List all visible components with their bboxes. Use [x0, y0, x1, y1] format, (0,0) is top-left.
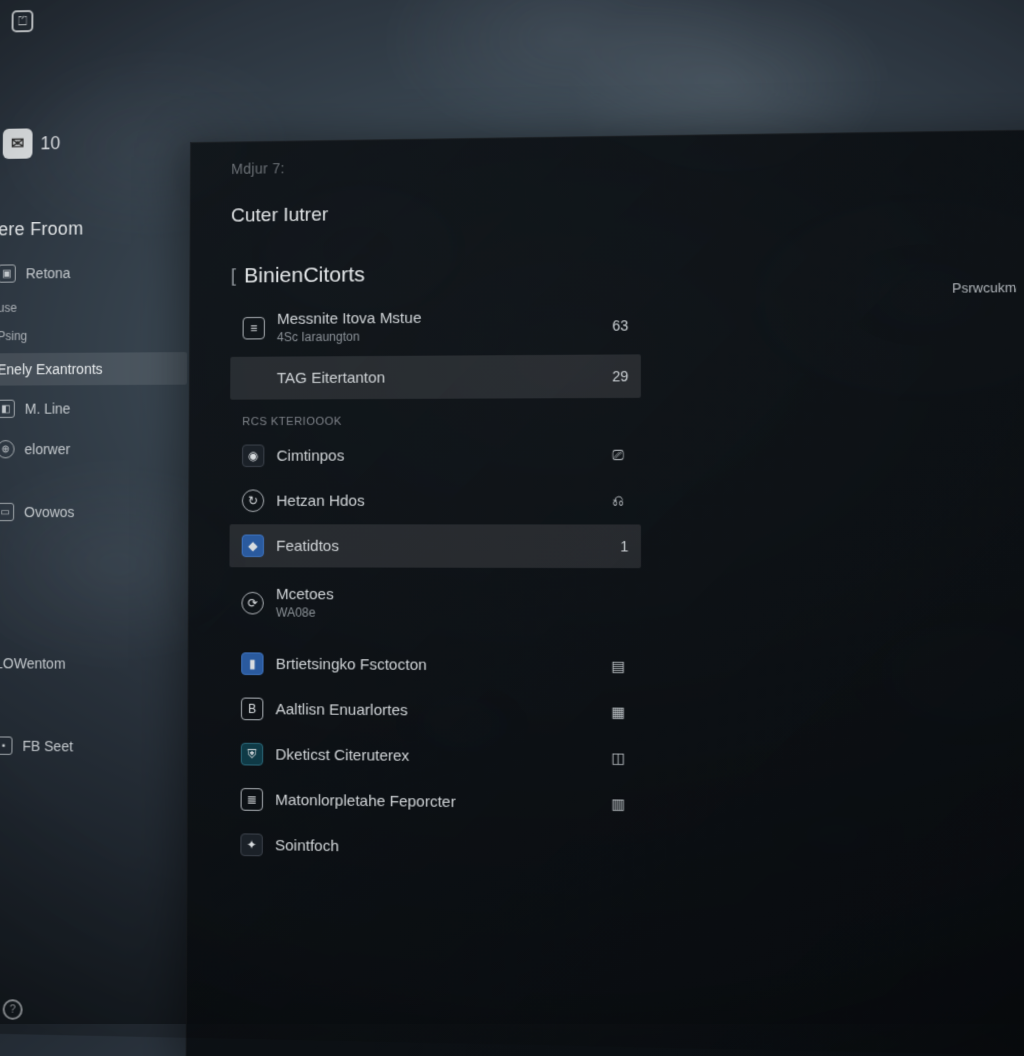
sync-icon: ↻	[242, 489, 264, 512]
list-item-label: Aaltlisn Enuarlortes	[276, 700, 596, 720]
list-item[interactable]: ◉ Cimtinpos ⎚	[230, 433, 641, 477]
sidebar-item-7[interactable]: LOWentom	[0, 647, 186, 681]
bracket-icon: [	[231, 265, 236, 287]
list-item-label: Messnite Itova Mstue 4Sc Iaraungton	[277, 308, 578, 344]
refresh-icon: ⟳	[241, 591, 263, 614]
sidebar-item-label: use	[0, 301, 17, 315]
sidebar-item-8[interactable]: ▪ FB Seet	[0, 728, 185, 765]
list-item[interactable]: B Aaltlisn Enuarlortes ▦	[229, 687, 641, 734]
list-item-value: 63	[591, 317, 628, 334]
sidebar-item-label: Ovowos	[24, 504, 75, 520]
grid-icon: ▦	[608, 701, 629, 722]
breadcrumb: Mdjur 7:	[231, 149, 1024, 177]
list-item[interactable]: ≡ Messnite Itova Mstue 4Sc Iaraungton 63	[230, 297, 640, 354]
sidebar-item-label: elorwer	[24, 441, 70, 457]
card-icon: ◫	[608, 747, 629, 768]
book-icon: B	[241, 698, 263, 721]
section-title: [ BinienCitorts	[231, 256, 1024, 289]
list-item-label: Dketicst Citeruterex	[275, 746, 595, 767]
flame-icon: ✦	[240, 833, 262, 856]
list-item-label: Matonlorpletahe Feporcter	[275, 791, 595, 812]
link-icon: ⎌	[608, 490, 629, 511]
list-item-label: Brtietsingko Fsctocton	[276, 655, 595, 675]
lock-glyph: ⏍	[18, 14, 27, 29]
notification-count: 10	[40, 132, 60, 153]
list-item[interactable]: ▮ Brtietsingko Fsctocton ▤	[229, 642, 641, 688]
list-item[interactable]: ✦ Sointfoch	[228, 823, 641, 872]
list-item[interactable]: ⟳ Mcetoes WA08e	[229, 575, 641, 631]
list-item-label: Mcetoes WA08e	[276, 586, 629, 621]
window-icon: ▤	[608, 655, 629, 676]
list-item[interactable]: ≣ Matonlorpletahe Feporcter ▥	[228, 778, 641, 826]
sidebar-item-4[interactable]: ◧ M. Line	[0, 391, 187, 426]
panel-action-label: Psrwcukm	[952, 280, 1016, 296]
section-title-text: BinienCitorts	[244, 263, 365, 289]
group-label: RCS Kterioook	[230, 400, 641, 432]
list-item-value: 29	[591, 368, 628, 385]
sidebar-item-label: Enely Exantronts	[0, 361, 103, 378]
camera-icon: ◉	[242, 444, 264, 467]
panel-title: Cuter Iutrer	[231, 195, 1024, 227]
sidebar-item-label: LOWentom	[0, 655, 66, 672]
shield-icon: ⛨	[241, 743, 263, 766]
sidebar-heading: ere Froom	[0, 213, 188, 251]
tag-icon: ▪	[0, 736, 13, 755]
lock-icon[interactable]: ⏍	[12, 10, 34, 32]
sidebar-item-2[interactable]: Psing	[0, 324, 187, 348]
help-icon[interactable]: ?	[3, 999, 23, 1020]
panel-action[interactable]: Psrwcukm	[952, 279, 1024, 296]
list-item-label: Cimtinpos	[276, 446, 595, 464]
app-icon: ▮	[241, 652, 263, 675]
list-item-label: Sointfoch	[275, 836, 629, 858]
list-item[interactable]: TAG Eitertanton 29	[230, 354, 641, 399]
sidebar-item-0[interactable]: ▣ Retona	[0, 255, 188, 291]
mail-icon: ✉	[3, 128, 33, 159]
report-icon: ≣	[241, 788, 263, 811]
notification-badge[interactable]: ✉ 10	[3, 128, 61, 159]
sidebar: ere Froom ▣ Retona use Psing Enely Exant…	[0, 213, 188, 765]
sidebar-item-label: Retona	[26, 265, 71, 282]
sidebar-item-label: FB Seet	[22, 738, 73, 755]
globe-icon: ⊕	[0, 440, 15, 458]
main-panel: Mdjur 7: Cuter Iutrer [ BinienCitorts Ps…	[186, 129, 1024, 1056]
sidebar-item-5[interactable]: ⊕ elorwer	[0, 431, 187, 466]
monitor-icon: ⎚	[608, 445, 629, 466]
list-item-label: Featidtos	[276, 537, 578, 555]
folder-icon: ▣	[0, 264, 16, 282]
list-item[interactable]: ◆ Featidtos 1	[229, 524, 641, 568]
sidebar-item-1[interactable]: use	[0, 295, 187, 319]
list-item-value: 1	[591, 538, 629, 555]
sidebar-item-label: Psing	[0, 329, 27, 343]
tag-icon: ◆	[242, 535, 264, 558]
list-item-label: Hetzan Hdos	[276, 492, 595, 510]
list-item[interactable]: ↻ Hetzan Hdos ⎌	[230, 479, 641, 523]
sidebar-item-6[interactable]: ▭ Ovowos	[0, 495, 186, 530]
list-item[interactable]: ⛨ Dketicst Citeruterex ◫	[229, 732, 642, 780]
list-item-label: TAG Eitertanton	[277, 368, 579, 387]
stack-icon: ▥	[608, 793, 629, 814]
doc-icon: ▭	[0, 503, 14, 521]
spacer-icon	[242, 367, 264, 390]
cube-icon: ◧	[0, 400, 15, 418]
sidebar-item-label: M. Line	[25, 400, 71, 416]
box-icon: ≡	[243, 316, 265, 339]
content-list: ≡ Messnite Itova Mstue 4Sc Iaraungton 63…	[228, 297, 641, 872]
sidebar-item-3[interactable]: Enely Exantronts	[0, 352, 187, 386]
